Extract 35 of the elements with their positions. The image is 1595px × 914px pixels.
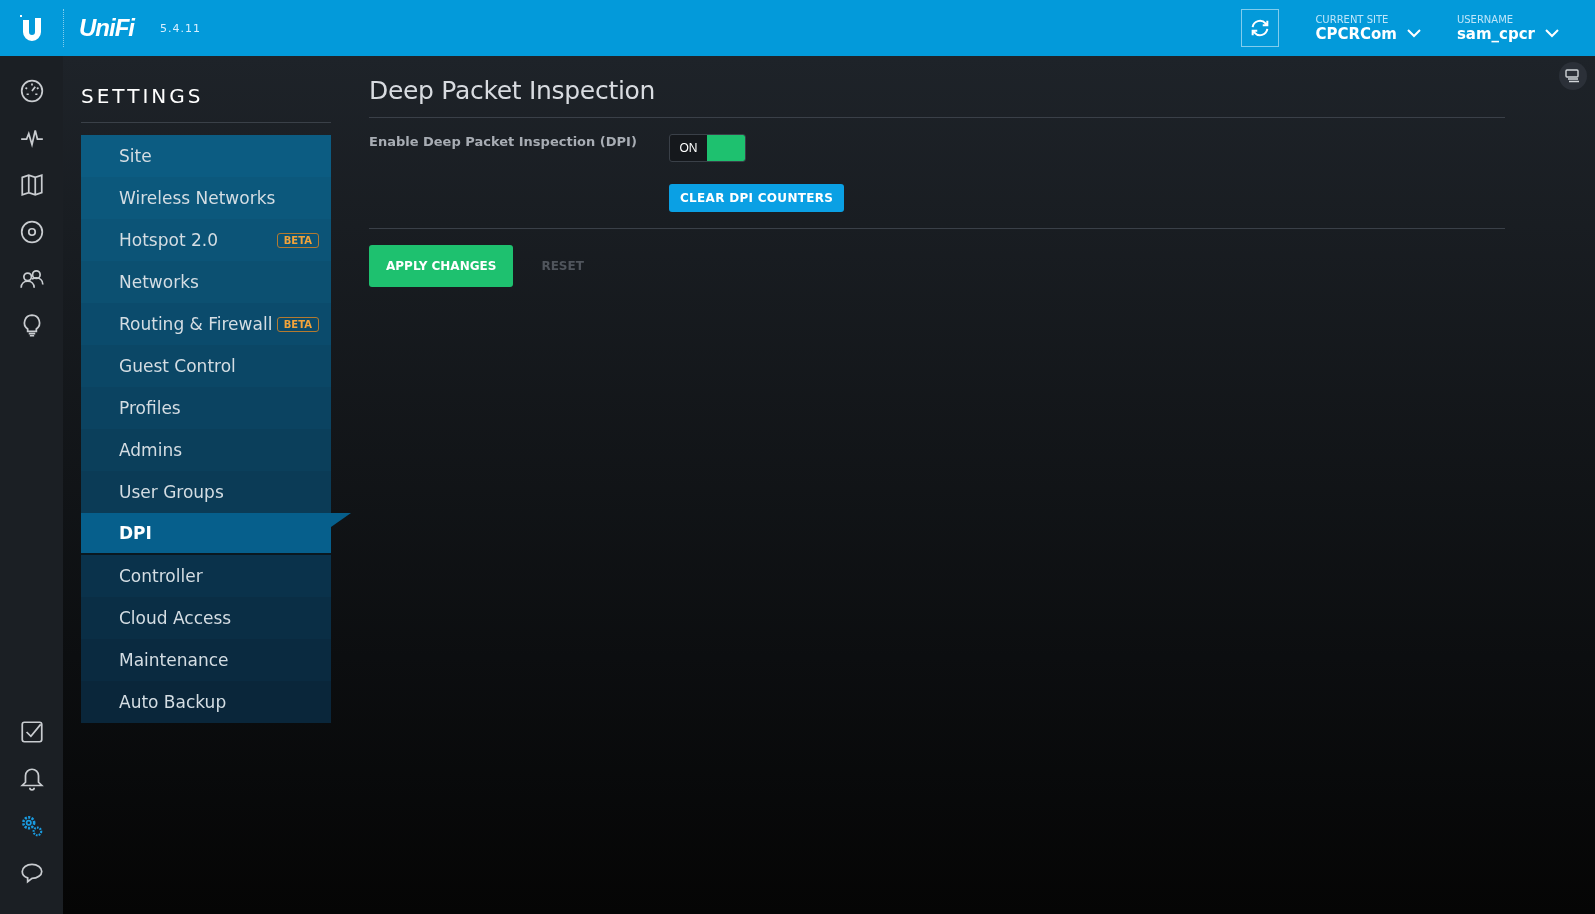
settings-menu-item[interactable]: Profiles xyxy=(81,387,331,429)
settings-menu-item[interactable]: DPI xyxy=(81,513,331,555)
settings-menu-item[interactable]: Wireless Networks xyxy=(81,177,331,219)
site-label: CURRENT SITE xyxy=(1315,13,1390,25)
gauge-icon[interactable] xyxy=(18,78,45,104)
settings-menu-item[interactable]: User Groups xyxy=(81,471,331,513)
settings-menu-item[interactable]: Admins xyxy=(81,429,331,471)
caret-icon xyxy=(1545,29,1559,38)
settings-menu-item[interactable]: Cloud Access xyxy=(81,597,331,639)
caret-icon xyxy=(1406,29,1421,38)
username-label: USERNAME xyxy=(1456,13,1515,25)
beta-badge: BETA xyxy=(276,316,319,332)
bell-icon[interactable] xyxy=(18,766,45,792)
settings-heading: SETTINGS xyxy=(81,56,331,123)
map-icon[interactable] xyxy=(18,172,45,198)
stacked-windows-icon xyxy=(1565,69,1581,83)
settings-menu-item[interactable]: Site xyxy=(81,135,331,177)
settings-menu-item[interactable]: Networks xyxy=(81,261,331,303)
version-label: 5.4.11 xyxy=(160,21,201,35)
logo-text: UniFi xyxy=(79,14,134,42)
settings-menu-item[interactable]: Auto Backup xyxy=(81,681,331,723)
dpi-toggle[interactable]: ON xyxy=(669,134,746,162)
dpi-setting-label: Enable Deep Packet Inspection (DPI) xyxy=(369,134,638,151)
refresh-button[interactable] xyxy=(1241,9,1280,47)
stacked-windows-button[interactable] xyxy=(1559,62,1587,90)
settings-menu-item[interactable]: Controller xyxy=(81,555,331,597)
target-icon[interactable] xyxy=(18,219,45,245)
beta-badge: BETA xyxy=(276,232,319,248)
settings-menu-item[interactable]: Routing & Firewall BETA xyxy=(81,303,331,345)
settings-menu-item[interactable]: Hotspot 2.0 BETA xyxy=(81,219,331,261)
selection-pointer-icon xyxy=(331,513,351,527)
settings-menu-item[interactable]: Maintenance xyxy=(81,639,331,681)
settings-menu-item[interactable]: Guest Control xyxy=(81,345,331,387)
checkbox-icon[interactable] xyxy=(18,719,45,745)
page-title: Deep Packet Inspection xyxy=(369,56,1505,118)
